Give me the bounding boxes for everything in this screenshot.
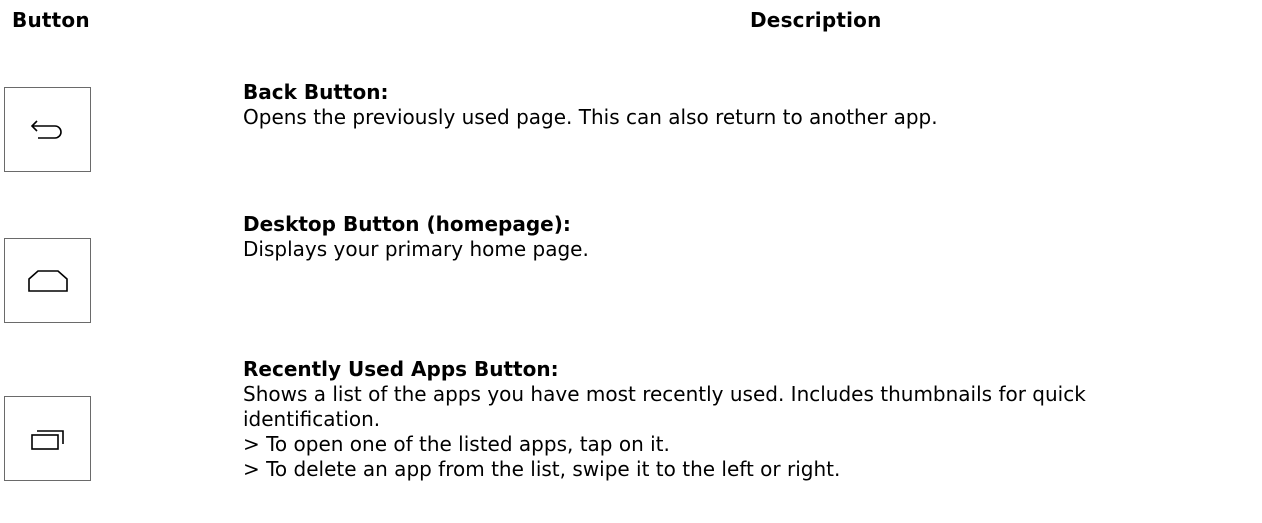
recent-apps-icon: [30, 429, 64, 450]
home-icon: [27, 269, 68, 292]
desktop-button-title: Desktop Button (homepage):: [243, 212, 571, 236]
recent-apps-line-2: identification.: [243, 407, 381, 431]
back-arrow-icon: [30, 119, 62, 139]
recent-apps-button-text: Shows a list of the apps you have most r…: [243, 382, 1253, 482]
recent-apps-button-description: Recently Used Apps Button: Shows a list …: [243, 357, 1253, 482]
recent-apps-button-title: Recently Used Apps Button:: [243, 357, 559, 381]
desktop-button-illustration: [4, 238, 91, 323]
recent-apps-line-3: > To open one of the listed apps, tap on…: [243, 432, 670, 456]
back-button-illustration: [4, 87, 91, 172]
back-button-text: Opens the previously used page. This can…: [243, 105, 938, 129]
recent-apps-line-4: > To delete an app from the list, swipe …: [243, 457, 841, 481]
back-button-description: Back Button: Opens the previously used p…: [243, 80, 1253, 130]
desktop-button-description: Desktop Button (homepage): Displays your…: [243, 212, 1253, 262]
column-header-button: Button: [12, 8, 90, 32]
recent-apps-line-1: Shows a list of the apps you have most r…: [243, 382, 1086, 406]
back-button-title: Back Button:: [243, 80, 389, 104]
desktop-button-text: Displays your primary home page.: [243, 237, 589, 261]
recent-apps-button-illustration: [4, 396, 91, 481]
column-header-description: Description: [750, 8, 882, 32]
